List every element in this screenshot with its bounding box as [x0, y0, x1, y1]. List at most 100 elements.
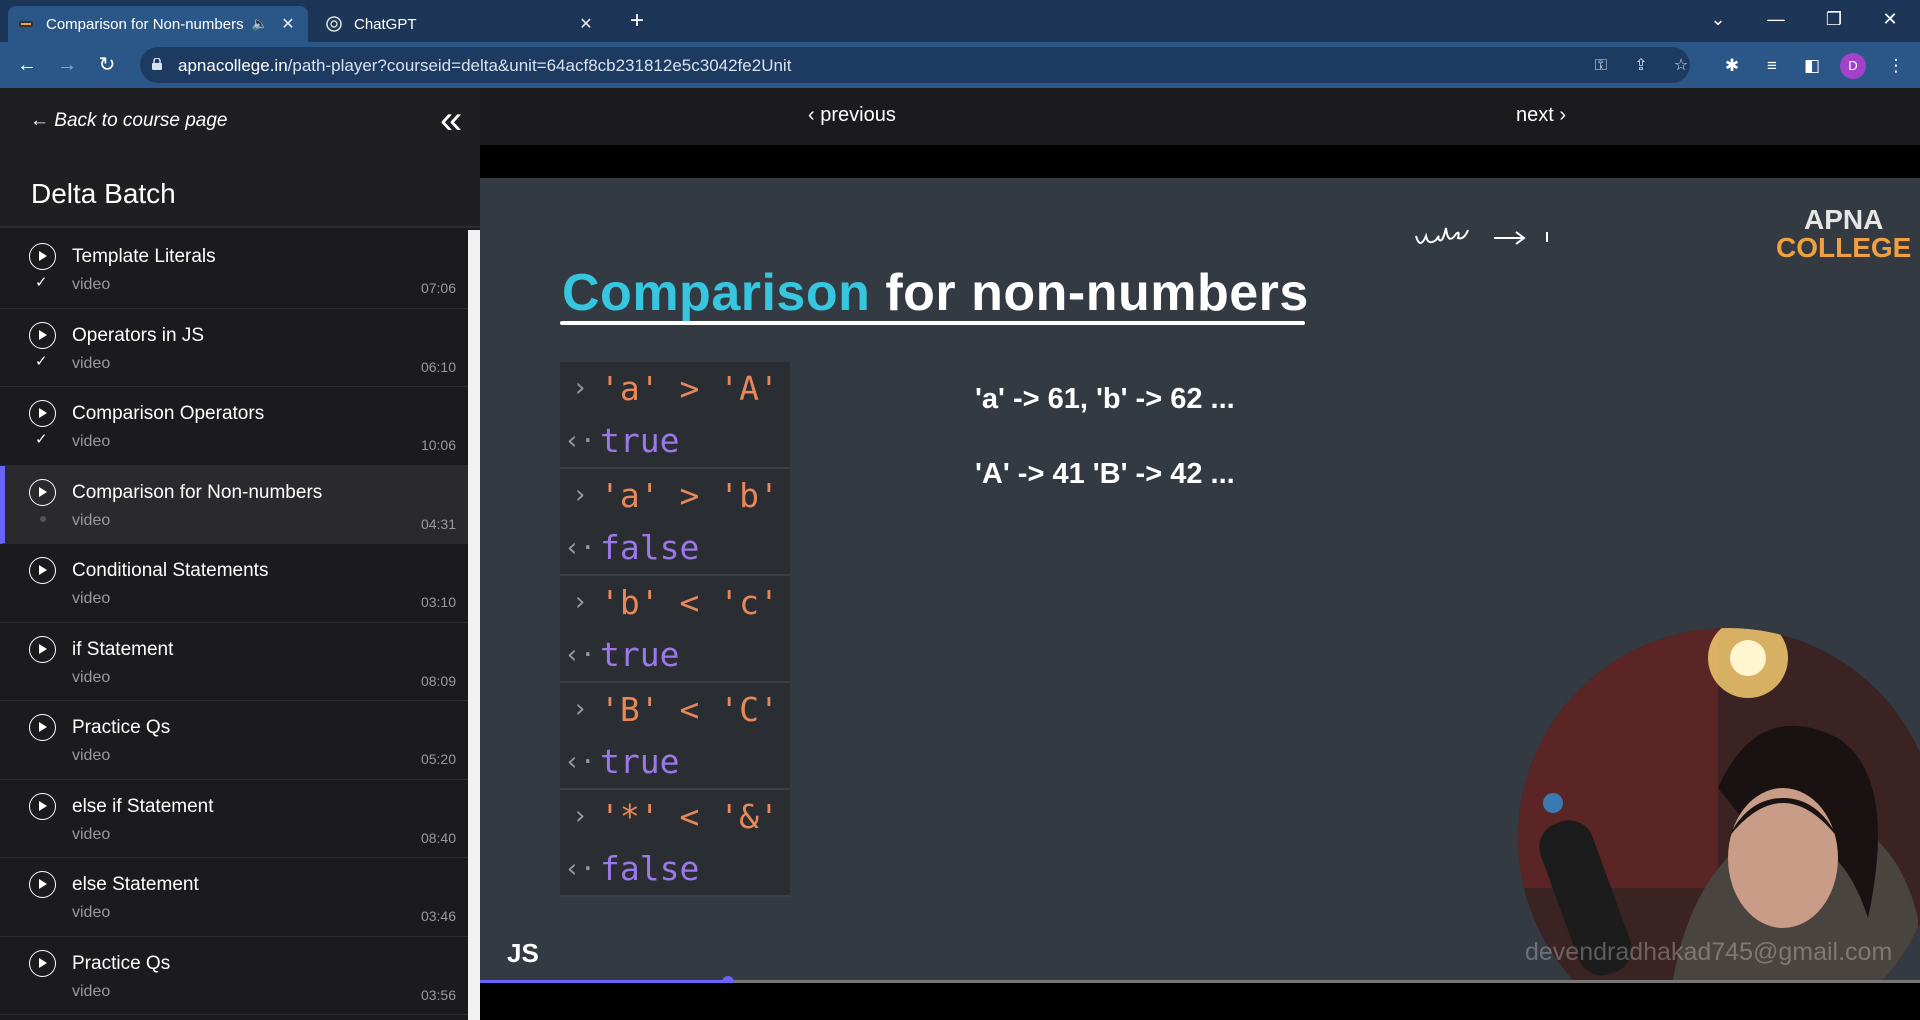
course-title: Delta Batch: [31, 178, 176, 209]
tab-title: ChatGPT: [354, 15, 417, 33]
lesson-type: video: [72, 904, 111, 921]
console-input: 'B' < 'C': [600, 689, 779, 729]
apna-favicon-icon: [18, 16, 34, 32]
lesson-type: video: [72, 668, 111, 686]
lesson-duration: 05:20: [420, 751, 456, 767]
bookmark-star-icon[interactable]: ☆: [1670, 55, 1692, 77]
lesson-type: video: [72, 825, 111, 843]
collapse-sidebar-icon[interactable]: «: [440, 100, 462, 140]
console-output-row: ‹· true: [560, 415, 790, 468]
forward-arrow-icon[interactable]: →: [53, 51, 81, 79]
title-underline: [560, 321, 1305, 325]
lesson-title: if Statement: [72, 638, 174, 660]
js-label: JS: [507, 938, 539, 968]
output-prompt-icon: ‹·: [564, 532, 596, 563]
console-output-row: ‹· false: [560, 522, 790, 575]
console-result: false: [600, 849, 700, 889]
lesson-title: Practice Qs: [72, 717, 171, 738]
input-prompt-icon: ›: [572, 587, 588, 618]
close-tab-icon[interactable]: ✕: [278, 14, 298, 34]
output-prompt-icon: ‹·: [564, 639, 596, 670]
apna-college-logo: APNA COLLEGE: [1776, 204, 1912, 263]
chatgpt-favicon-icon: [326, 16, 342, 32]
lesson-duration: 03:56: [420, 986, 456, 1003]
console-input-row: › 'a' > 'A': [560, 362, 790, 415]
play-circle-icon: [29, 635, 56, 663]
extensions-icon[interactable]: ✱: [1720, 54, 1744, 78]
play-circle-icon: [29, 400, 56, 427]
lesson-item[interactable]: ✓ Operators in JS video 06:10: [0, 309, 468, 387]
lesson-item[interactable]: ✓ Comparison Operators video 10:06: [0, 387, 468, 466]
lesson-item[interactable]: else Statement video 03:46: [0, 858, 468, 937]
new-tab-button[interactable]: +: [622, 6, 652, 36]
lesson-duration: 04:31: [420, 515, 456, 532]
in-progress-dot-icon: [40, 515, 46, 522]
video-player[interactable]: Comparison for non-numbers ›'a' > 'A' ‹· t…: [480, 178, 1920, 983]
lesson-duration: 08:09: [420, 672, 456, 689]
next-button[interactable]: next ›: [1516, 104, 1566, 127]
console-input-row: › 'a' > 'b': [560, 469, 790, 522]
lesson-title: Operators in JS: [72, 324, 204, 346]
password-key-icon[interactable]: ⚿: [1590, 55, 1612, 77]
output-prompt-icon: ‹·: [564, 425, 596, 456]
input-prompt-icon: ›: [572, 801, 588, 832]
lesson-item[interactable]: Practice Qs video 05:20: [0, 701, 468, 780]
completed-check-icon: ✓: [35, 274, 48, 291]
back-to-course-link[interactable]: ← Back to course page: [30, 110, 228, 132]
lesson-duration: 03:46: [420, 908, 456, 924]
play-circle-icon: [29, 478, 56, 506]
slide-title: Comparison for non-numbers: [562, 264, 1309, 322]
lesson-duration: 08:40: [420, 829, 456, 846]
lesson-item[interactable]: else if Statement video 08:40: [0, 780, 468, 858]
share-icon[interactable]: ⇪: [1630, 55, 1652, 77]
console-input: 'a' > 'b': [600, 475, 779, 515]
lesson-title: else if Statement: [72, 795, 214, 817]
email-watermark: devendradhakad745@gmail.com: [1525, 938, 1893, 966]
tab-apnacollege[interactable]: Comparison for Non-numbers 🔈 ✕: [8, 6, 308, 42]
video-progress-handle[interactable]: [722, 976, 734, 983]
previous-button[interactable]: ‹ previous: [808, 104, 896, 127]
speaker-icon[interactable]: 🔈: [252, 16, 268, 32]
lesson-item[interactable]: Practice Qs video 03:56: [0, 937, 468, 1015]
lesson-type: video: [72, 982, 111, 1000]
back-arrow-icon[interactable]: ←: [13, 51, 41, 79]
console-output-row: ‹· false: [560, 843, 790, 896]
lesson-type: video: [72, 747, 111, 764]
side-panel-icon[interactable]: ◧: [1800, 54, 1824, 78]
console-entry: ›'b' < 'c' ‹· true: [560, 576, 790, 683]
url-text: apnacollege.in/path-player?courseid=delt…: [178, 56, 792, 75]
play-circle-icon: [29, 714, 56, 741]
console-output-row: ‹· true: [560, 629, 790, 682]
restore-button[interactable]: ❐: [1806, 0, 1862, 42]
play-circle-icon: [29, 792, 56, 820]
tab-chatgpt[interactable]: ChatGPT ✕: [316, 6, 606, 42]
console-entry: ›'a' > 'b' ‹· false: [560, 469, 790, 576]
lesson-duration: 07:06: [420, 280, 456, 296]
console-input: 'a' > 'A': [600, 368, 779, 408]
lesson-item[interactable]: if Statement video 08:09: [0, 623, 468, 701]
lesson-title: Template Literals: [72, 246, 216, 267]
media-controls-icon[interactable]: ≡: [1760, 54, 1784, 78]
lesson-title: Comparison for Non-numbers: [72, 481, 323, 503]
video-letterbox-bottom: [480, 983, 1920, 1020]
minimize-button[interactable]: —: [1748, 0, 1804, 42]
play-circle-icon: [29, 243, 56, 270]
lesson-item[interactable]: ✓ Template Literals video 07:06: [0, 230, 468, 309]
lesson-item[interactable]: Comparison for Non-numbers video 04:31: [0, 465, 468, 544]
console-result: true: [600, 742, 680, 782]
lesson-item[interactable]: Conditional Statements video 03:10: [0, 544, 468, 623]
menu-icon[interactable]: ⋮: [1884, 54, 1908, 78]
input-prompt-icon: ›: [572, 373, 588, 404]
close-window-button[interactable]: ✕: [1862, 0, 1918, 42]
reload-icon[interactable]: ↻: [93, 51, 121, 79]
lesson-type: video: [72, 433, 111, 450]
lesson-duration: 03:10: [420, 594, 456, 610]
lesson-duration: 10:06: [420, 437, 456, 453]
tab-search-icon[interactable]: ⌄: [1690, 0, 1746, 42]
profile-avatar[interactable]: D: [1840, 53, 1866, 79]
output-prompt-icon: ‹·: [564, 746, 596, 777]
lesson-duration: 06:10: [420, 358, 456, 375]
sidebar-scrollbar[interactable]: [468, 230, 480, 1020]
url-field[interactable]: apnacollege.in/path-player?courseid=delt…: [140, 47, 1690, 83]
close-tab-icon[interactable]: ✕: [576, 14, 596, 34]
